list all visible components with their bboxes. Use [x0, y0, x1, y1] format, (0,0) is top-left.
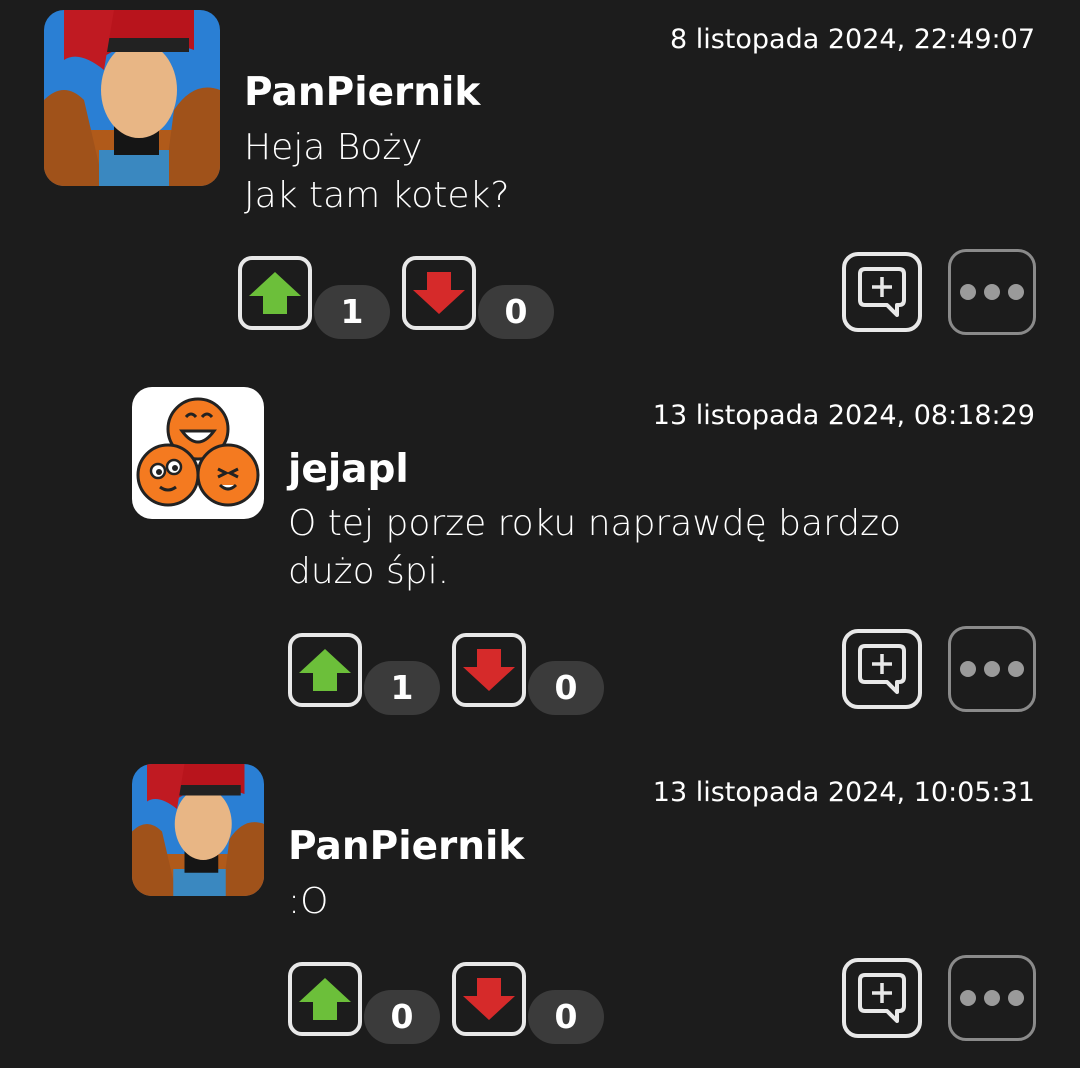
reply-button[interactable]: [842, 629, 922, 709]
comment-timestamp: 8 listopada 2024, 22:49:07: [669, 24, 1035, 55]
reply-button[interactable]: [842, 252, 922, 332]
comment-line: Heja Boży: [244, 127, 423, 168]
comment-author[interactable]: PanPiernik: [288, 824, 524, 869]
reply-plus-icon: [858, 644, 906, 694]
upvote-count: 1: [314, 285, 390, 339]
more-dots-icon: [960, 661, 1024, 677]
downvote-count: 0: [478, 285, 554, 339]
more-options-button[interactable]: [948, 626, 1036, 712]
downvote-button[interactable]: [452, 633, 526, 707]
downvote-button[interactable]: [452, 962, 526, 1036]
arrow-up-icon: [299, 978, 351, 1020]
upvote-button[interactable]: [288, 633, 362, 707]
more-dots-icon: [960, 284, 1024, 300]
upvote-button[interactable]: [238, 256, 312, 330]
upvote-count: 1: [364, 661, 440, 715]
reply-plus-icon: [858, 973, 906, 1023]
comment-line: :O: [288, 881, 329, 922]
comment-1: 8 listopada 2024, 22:49:07 PanPiernik He…: [0, 0, 1080, 360]
gambit-avatar-icon[interactable]: [44, 10, 220, 186]
comment-timestamp: 13 listopada 2024, 08:18:29: [652, 400, 1035, 431]
comment-line: dużo śpi.: [288, 551, 450, 592]
reply-button[interactable]: [842, 958, 922, 1038]
more-dots-icon: [960, 990, 1024, 1006]
comment-line: Jak tam kotek?: [244, 175, 510, 216]
more-options-button[interactable]: [948, 955, 1036, 1041]
comment-timestamp: 13 listopada 2024, 10:05:31: [652, 777, 1035, 808]
reply-plus-icon: [858, 267, 906, 317]
downvote-button[interactable]: [402, 256, 476, 330]
comment-author[interactable]: PanPiernik: [244, 70, 480, 115]
arrow-down-icon: [413, 272, 465, 314]
arrow-up-icon: [299, 649, 351, 691]
comment-body: O tej porze roku naprawdę bardzo dużo śp…: [288, 500, 901, 596]
comment-author[interactable]: jejapl: [288, 447, 409, 492]
comment-body: :O: [288, 878, 328, 926]
jeja-logo-icon[interactable]: [132, 387, 264, 519]
arrow-down-icon: [463, 978, 515, 1020]
comment-line: O tej porze roku naprawdę bardzo: [288, 503, 902, 544]
comment-body: Heja Boży Jak tam kotek?: [244, 124, 509, 220]
downvote-count: 0: [528, 661, 604, 715]
arrow-down-icon: [463, 649, 515, 691]
upvote-count: 0: [364, 990, 440, 1044]
arrow-up-icon: [249, 272, 301, 314]
gambit-avatar-icon[interactable]: [132, 764, 264, 896]
more-options-button[interactable]: [948, 249, 1036, 335]
upvote-button[interactable]: [288, 962, 362, 1036]
downvote-count: 0: [528, 990, 604, 1044]
